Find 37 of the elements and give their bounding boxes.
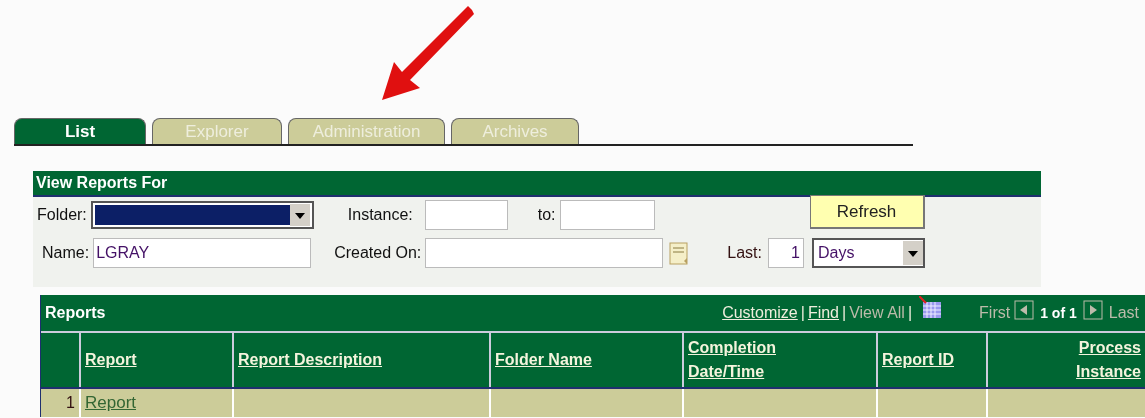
next-icon[interactable] xyxy=(1082,300,1103,320)
report-link[interactable]: Report xyxy=(85,390,137,416)
separator: | xyxy=(907,303,913,323)
folder-label: Folder: xyxy=(37,205,87,225)
refresh-button[interactable]: Refresh xyxy=(809,195,925,229)
instance-label: Instance: xyxy=(347,205,413,225)
panel-title: View Reports For xyxy=(33,171,1041,197)
column-header[interactable]: Process Instance xyxy=(1031,336,1141,384)
column-header[interactable]: Report ID xyxy=(882,348,954,372)
name-field[interactable]: LGRAY xyxy=(93,238,312,268)
grid-title: Reports xyxy=(45,303,106,323)
tab[interactable]: List xyxy=(14,118,146,144)
row-number: 1 xyxy=(66,393,75,413)
to-label: to: xyxy=(537,205,556,225)
folder-dropdown[interactable] xyxy=(90,201,314,229)
created-on-field[interactable] xyxy=(425,238,664,268)
separator: | xyxy=(800,303,805,323)
spreadsheet-icon[interactable] xyxy=(919,296,944,320)
last-label: Last: xyxy=(727,243,762,263)
period-dropdown[interactable]: Days xyxy=(811,238,925,268)
to-field[interactable] xyxy=(559,200,655,230)
caret-icon xyxy=(289,204,310,226)
last-field[interactable]: 1 xyxy=(767,238,804,268)
first-label: First xyxy=(979,303,1011,323)
caret-icon xyxy=(902,241,923,265)
column-header[interactable]: Report Description xyxy=(238,348,382,372)
created-on-label: Created On: xyxy=(334,243,422,263)
page-indicator: 1 of 1 xyxy=(1040,303,1077,323)
column-header[interactable]: Report xyxy=(85,348,137,372)
column-header[interactable]: Completion Date/Time xyxy=(688,336,798,384)
column-header[interactable]: Folder Name xyxy=(495,348,592,372)
grid-link[interactable]: Find xyxy=(807,301,839,325)
instance-field[interactable] xyxy=(424,200,508,230)
previous-icon[interactable] xyxy=(1014,300,1035,320)
separator: | xyxy=(842,303,847,323)
name-label: Name: xyxy=(42,243,90,263)
grid-link[interactable]: Customize xyxy=(722,301,798,325)
